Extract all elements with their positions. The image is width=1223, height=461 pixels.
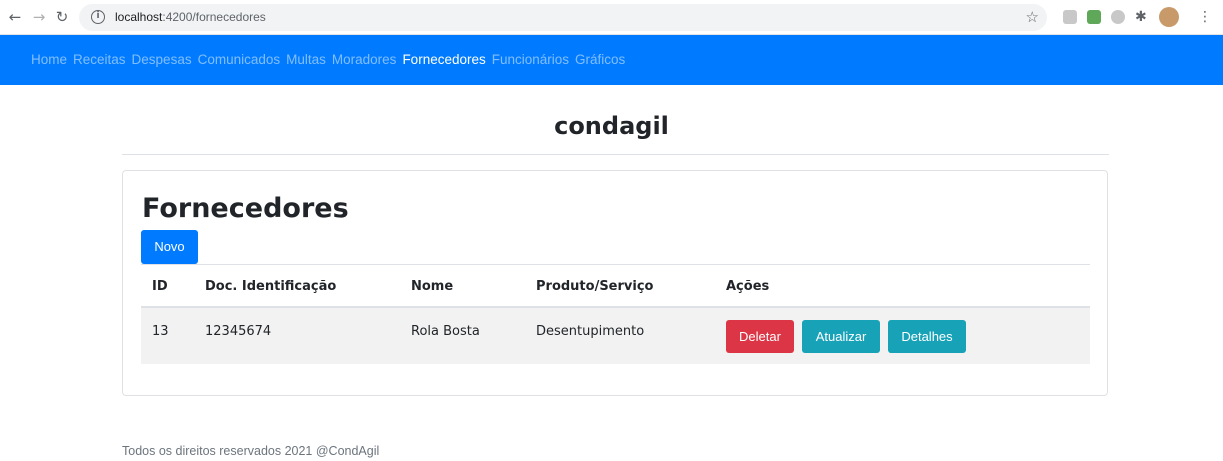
page-title: Fornecedores: [142, 193, 349, 224]
url-path: :4200/fornecedores: [162, 10, 266, 24]
avatar[interactable]: [1159, 7, 1179, 27]
table-header: ID Doc. Identificação Nome Produto/Servi…: [141, 264, 1090, 308]
main-navbar: Home Receitas Despesas Comunicados Multa…: [0, 35, 1223, 85]
update-button[interactable]: Atualizar: [802, 320, 880, 353]
nav-item-receitas[interactable]: Receitas: [73, 52, 126, 67]
nav-item-graficos[interactable]: Gráficos: [575, 52, 625, 67]
column-header-nome: Nome: [411, 279, 454, 294]
column-header-doc: Doc. Identificação: [205, 279, 337, 294]
nav-item-home[interactable]: Home: [31, 52, 67, 67]
browser-toolbar: ← → ↻ i localhost:4200/fornecedores ☆ ✱ …: [0, 0, 1223, 35]
nav-item-moradores[interactable]: Moradores: [332, 52, 397, 67]
nav-item-funcionarios[interactable]: Funcionários: [492, 52, 569, 67]
cell-nome: Rola Bosta: [411, 324, 480, 339]
info-icon[interactable]: i: [91, 10, 105, 24]
star-icon[interactable]: ☆: [1026, 8, 1039, 26]
fornecedores-table: ID Doc. Identificação Nome Produto/Servi…: [141, 264, 1090, 364]
details-button[interactable]: Detalhes: [888, 320, 966, 353]
extension-icon[interactable]: [1111, 10, 1125, 24]
site-title: condagil: [554, 112, 669, 140]
nav-list: Home Receitas Despesas Comunicados Multa…: [31, 52, 631, 67]
nav-item-despesas[interactable]: Despesas: [132, 52, 192, 67]
column-header-acoes: Ações: [726, 279, 770, 294]
back-arrow-icon[interactable]: ←: [6, 8, 24, 26]
reload-icon[interactable]: ↻: [53, 8, 71, 26]
nav-item-multas[interactable]: Multas: [286, 52, 326, 67]
extension-icon[interactable]: [1063, 10, 1077, 24]
new-button[interactable]: Novo: [141, 230, 198, 264]
column-header-produto: Produto/Serviço: [536, 279, 654, 294]
kebab-menu-icon[interactable]: ⋮: [1198, 10, 1212, 24]
forward-arrow-icon[interactable]: →: [30, 8, 48, 26]
table-row: 13 12345674 Rola Bosta Desentupimento De…: [141, 308, 1090, 364]
puzzle-icon[interactable]: ✱: [1135, 10, 1149, 24]
fornecedores-card: Fornecedores Novo ID Doc. Identificação …: [122, 170, 1108, 396]
url-host: localhost: [115, 10, 163, 24]
extension-icon[interactable]: [1087, 10, 1101, 24]
address-url[interactable]: localhost:4200/fornecedores: [115, 10, 266, 24]
cell-id: 13: [152, 324, 169, 339]
cell-doc: 12345674: [205, 324, 272, 339]
footer-text: Todos os direitos reservados 2021 @CondA…: [122, 444, 380, 458]
address-bar[interactable]: i localhost:4200/fornecedores ☆: [79, 4, 1047, 31]
delete-button[interactable]: Deletar: [726, 320, 794, 353]
cell-produto: Desentupimento: [536, 324, 645, 339]
nav-item-fornecedores[interactable]: Fornecedores: [402, 52, 485, 67]
nav-item-comunicados[interactable]: Comunicados: [198, 52, 281, 67]
column-header-id: ID: [152, 279, 168, 294]
header-divider: [122, 154, 1109, 155]
